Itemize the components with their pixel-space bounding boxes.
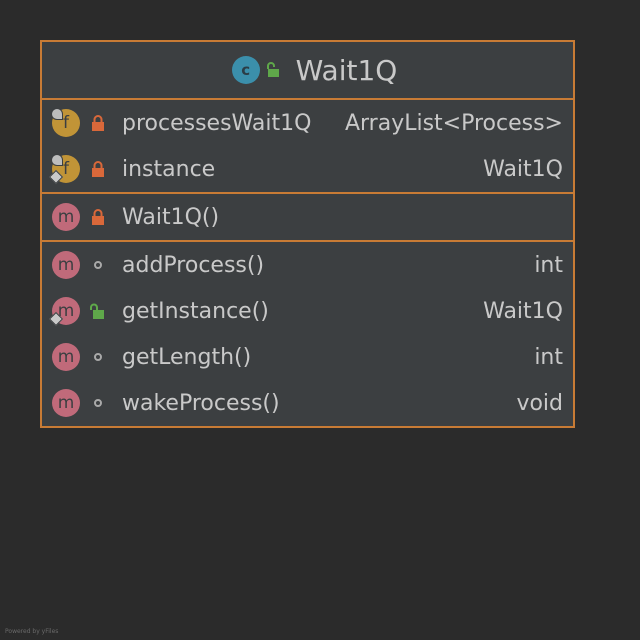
field-name: instance [122,156,216,182]
method-name: getLength() [122,344,252,370]
method-kind-letter: m [57,255,75,275]
method-icon: m [48,297,80,327]
lock-closed-icon [90,161,106,177]
circle-dot-icon [90,349,106,365]
method-kind-letter: m [57,207,75,227]
method-name: wakeProcess() [122,390,280,416]
lock-closed-icon [90,209,106,225]
field-row[interactable]: f instance Wait1Q [42,146,573,192]
class-box: c Wait1Q f processesWait1Q ArrayList<Pro… [40,40,575,428]
field-type: Wait1Q [483,156,563,182]
method-name: addProcess() [122,252,265,278]
constructor-row[interactable]: m Wait1Q() [42,194,573,240]
circle-dot-icon [90,395,106,411]
method-return-type: int [534,344,563,370]
powered-by-note: Powered by yFiles [5,628,59,635]
method-kind-letter: m [57,347,75,367]
method-icon: m [52,389,80,417]
method-row[interactable]: m wakeProcess() void [42,380,573,426]
field-icon: f [48,154,80,185]
constructors-section: m Wait1Q() [42,194,573,242]
class-title: Wait1Q [295,53,398,87]
field-type: ArrayList<Process> [344,110,563,136]
class-kind-letter: c [241,61,251,79]
fields-section: f processesWait1Q ArrayList<Process> f i… [42,100,573,194]
method-icon: m [52,251,80,279]
method-return-type: Wait1Q [483,298,563,324]
field-icon: f [51,108,80,137]
method-icon: m [52,343,80,371]
method-return-type: int [534,252,563,278]
method-icon: m [52,203,80,231]
field-row[interactable]: f processesWait1Q ArrayList<Process> [42,100,573,146]
method-return-type: void [516,390,563,416]
field-kind-letter: f [63,159,69,179]
final-badge-icon [51,108,63,120]
method-row[interactable]: m addProcess() int [42,242,573,288]
lock-open-icon [90,303,106,319]
lock-open-icon [266,62,279,77]
static-badge-icon [48,169,64,185]
circle-dot-icon [90,257,106,273]
method-kind-letter: m [57,393,75,413]
lock-closed-icon [90,115,106,131]
methods-section: m addProcess() int m getInstance() Wait1… [42,242,573,426]
final-badge-icon [51,154,63,166]
method-row[interactable]: m getLength() int [42,334,573,380]
method-name: getInstance() [122,298,269,324]
field-kind-letter: f [63,113,69,133]
class-header: c Wait1Q [42,42,573,100]
field-name: processesWait1Q [122,110,312,136]
constructor-name: Wait1Q() [122,204,220,230]
method-row[interactable]: m getInstance() Wait1Q [42,288,573,334]
class-icon: c [231,56,260,84]
